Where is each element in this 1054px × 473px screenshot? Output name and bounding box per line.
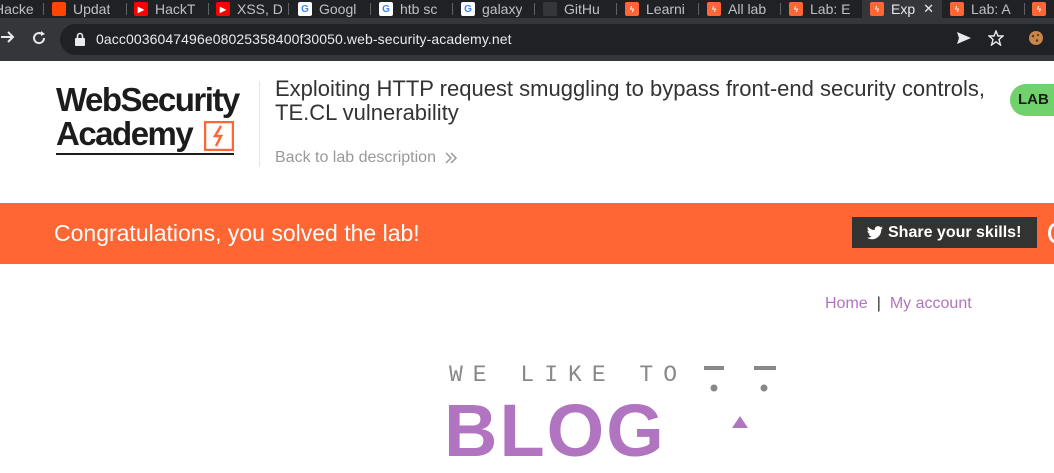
youtube-icon: ▶ <box>134 2 148 16</box>
send-icon[interactable] <box>956 30 972 51</box>
tab-label: Updat <box>73 1 111 17</box>
portswigger-icon: ϟ <box>1032 2 1046 16</box>
share-button-label: Share your skills! <box>888 223 1022 241</box>
bookmark-star-icon[interactable] <box>987 29 1005 51</box>
portswigger-icon: ϟ <box>870 2 884 16</box>
tab-label: Lab: A <box>971 1 1011 17</box>
browser-tab[interactable]: G Googl <box>298 0 366 18</box>
tab-label: HackT <box>155 1 196 17</box>
portswigger-icon: ϟ <box>950 2 964 16</box>
close-tab-icon[interactable]: ✕ <box>923 1 934 17</box>
portswigger-icon: ϟ <box>625 2 639 16</box>
home-link[interactable]: Home <box>825 295 868 312</box>
browser-tab[interactable]: ϟ Lab: A <box>950 0 1022 18</box>
browser-tab[interactable]: ▶ HackT <box>134 0 206 18</box>
browser-tab[interactable]: GitHu <box>543 0 613 18</box>
browser-tab-active[interactable]: ϟ Exp ✕ <box>862 0 942 18</box>
tab-label: Googl <box>319 1 357 17</box>
browser-tab[interactable]: G htb sc <box>379 0 447 18</box>
tab-label: XSS, D <box>237 1 282 17</box>
tab-label: galaxy <box>482 1 523 17</box>
my-account-link[interactable]: My account <box>890 295 972 312</box>
back-to-lab-description-link[interactable]: Back to lab description <box>275 149 458 167</box>
browser-tab[interactable]: ϟ All lab <box>707 0 779 18</box>
logo-underline <box>56 153 234 155</box>
nav-separator: | <box>876 295 881 312</box>
tab-label: Exp <box>891 1 916 17</box>
browser-tab[interactable]: ▶ XSS, D <box>216 0 282 18</box>
logo-text-line2: Academy <box>56 115 194 152</box>
share-your-skills-button[interactable]: Share your skills! <box>852 217 1037 248</box>
address-bar[interactable]: 0acc0036047496e08025358400f30050.web-sec… <box>60 24 1054 55</box>
blog-logo-tagline: WE LIKE TO <box>449 362 688 388</box>
github-icon <box>543 2 557 16</box>
logo-text-line1: WebSecurity <box>56 81 240 118</box>
header-divider <box>259 81 260 167</box>
google-icon: G <box>461 2 475 16</box>
lab-title: Exploiting HTTP request smuggling to byp… <box>275 76 986 125</box>
blog-mascot-face-icon <box>704 366 776 428</box>
double-chevron-right-icon <box>445 152 458 164</box>
browser-tab[interactable]: Hacke <box>0 0 42 18</box>
url-text[interactable]: 0acc0036047496e08025358400f30050.web-sec… <box>96 31 512 47</box>
web-security-academy-logo[interactable]: WebSecurity Academy <box>56 81 256 159</box>
lab-status-badge: LAB <box>1010 84 1054 116</box>
twitter-icon <box>867 225 883 239</box>
lab-header: WebSecurity Academy Exploiting HTTP requ… <box>0 61 1054 203</box>
reload-icon[interactable] <box>30 29 48 51</box>
browser-tab[interactable]: G galaxy <box>461 0 529 18</box>
banner-edge-icon <box>1048 223 1054 243</box>
forward-arrow-icon[interactable] <box>0 29 16 49</box>
browser-tab-strip: Hacke Updat ▶ HackT ▶ XSS, D G Googl G h… <box>0 0 1054 18</box>
browser-tab[interactable]: Updat <box>52 0 124 18</box>
blog-top-nav: Home | My account <box>825 295 972 313</box>
lock-icon <box>75 32 85 46</box>
youtube-icon: ▶ <box>216 2 230 16</box>
back-link-label: Back to lab description <box>275 149 436 166</box>
tab-label: All lab <box>728 1 767 17</box>
google-icon: G <box>379 2 393 16</box>
browser-tab[interactable]: ϟ Lab: E <box>789 0 861 18</box>
tab-label: Learni <box>646 1 685 17</box>
tab-label: Lab: E <box>810 1 851 17</box>
portswigger-icon: ϟ <box>707 2 721 16</box>
google-icon: G <box>298 2 312 16</box>
browser-tab[interactable]: ϟ <box>1032 0 1054 18</box>
tab-label: htb sc <box>400 1 438 17</box>
browser-tab[interactable]: ϟ Learni <box>625 0 695 18</box>
blog-logo-wordmark: BLOG <box>444 389 666 472</box>
congratulations-message: Congratulations, you solved the lab! <box>54 220 420 246</box>
browser-toolbar: 0acc0036047496e08025358400f30050.web-sec… <box>0 18 1054 61</box>
tab-label: Hacke <box>0 1 34 17</box>
academy-bolt-icon <box>204 121 234 151</box>
lab-solved-banner: Congratulations, you solved the lab! Sha… <box>0 203 1054 264</box>
reddit-icon <box>52 2 66 16</box>
tab-label: GitHu <box>564 1 600 17</box>
portswigger-icon: ϟ <box>789 2 803 16</box>
cookie-extension-icon[interactable] <box>1028 30 1044 51</box>
